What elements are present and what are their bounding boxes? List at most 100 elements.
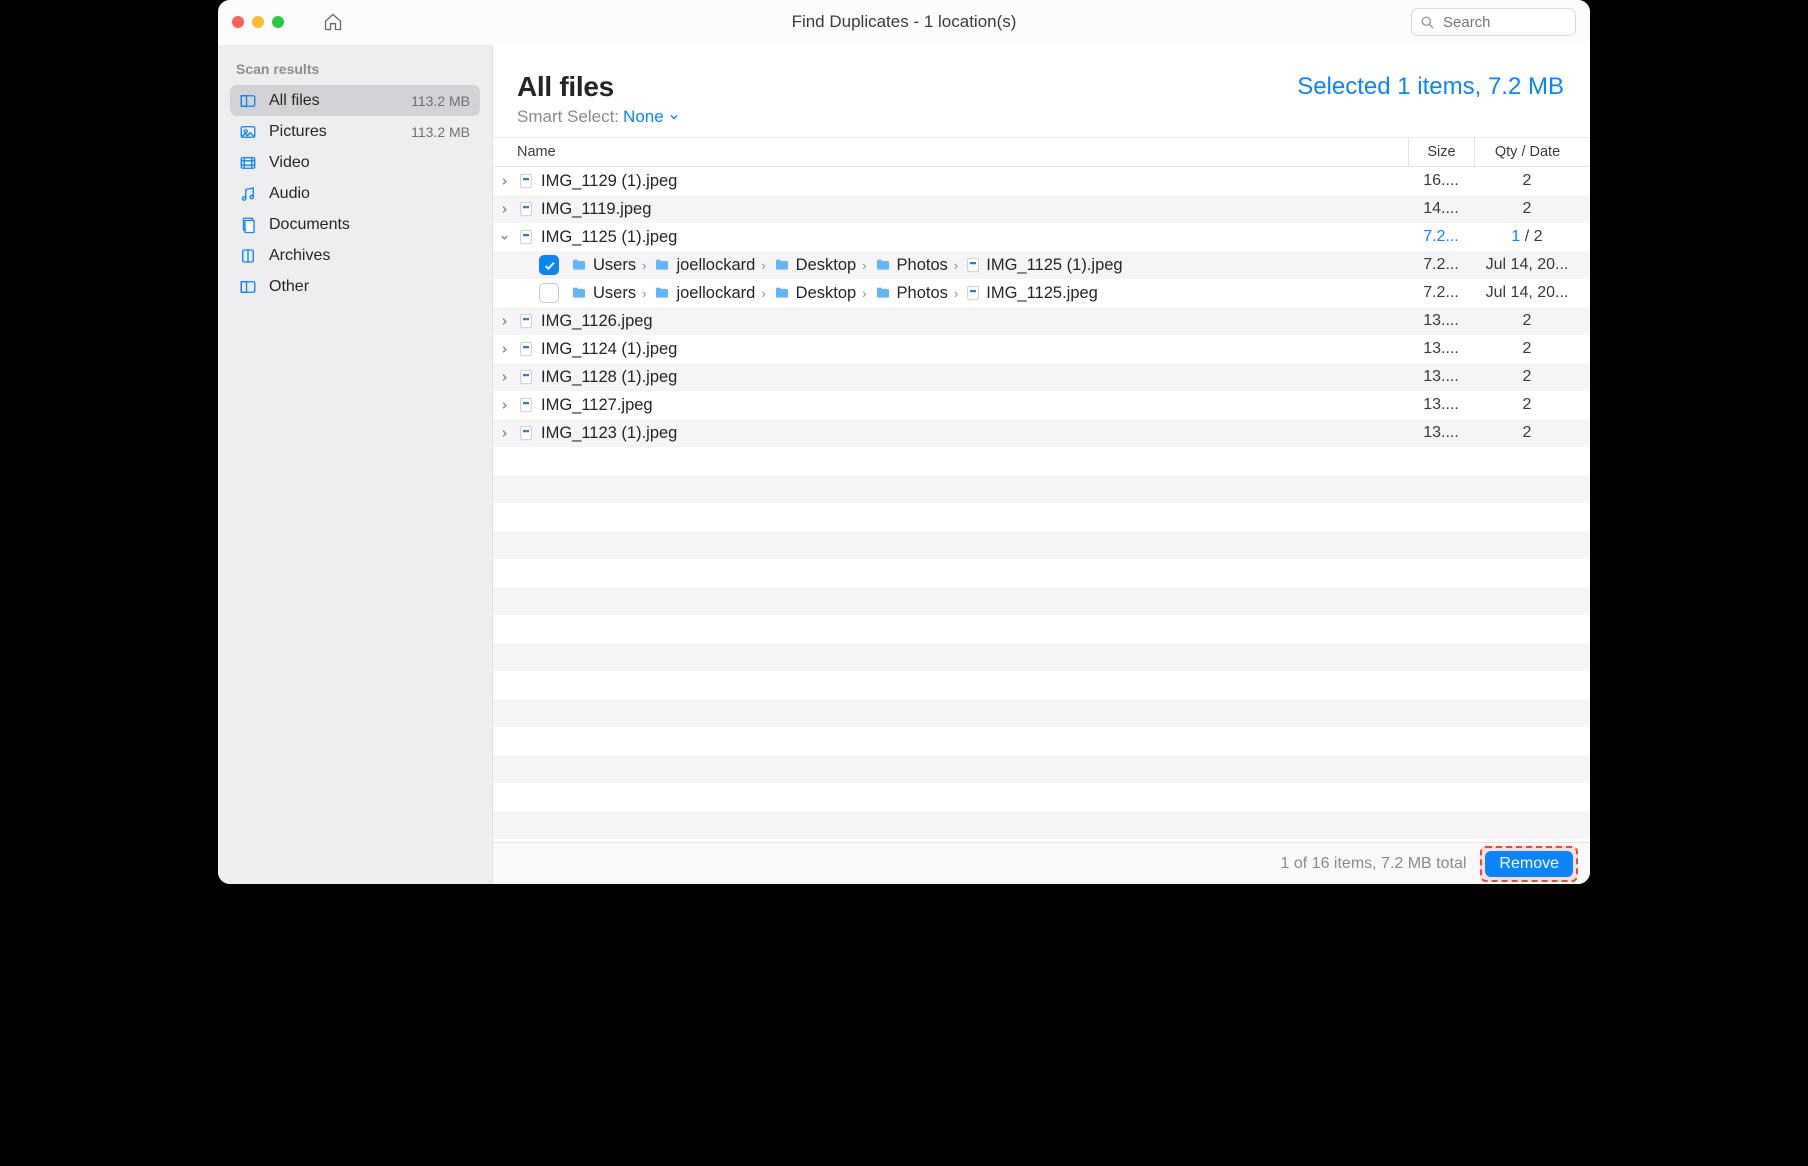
file-qty: 2 — [1474, 368, 1580, 386]
empty-row — [493, 503, 1590, 531]
empty-row — [493, 783, 1590, 811]
disclosure-toggle[interactable] — [493, 176, 515, 187]
folder-icon — [772, 285, 792, 301]
sidebar-item-all-files[interactable]: All files 113.2 MB — [230, 85, 480, 116]
sidebar-item-label: Other — [269, 278, 460, 296]
table-row[interactable]: IMG_1124 (1).jpeg 13.... 2 — [493, 335, 1590, 363]
file-size: 7.2... — [1408, 256, 1474, 274]
file-date: Jul 14, 20... — [1474, 256, 1580, 274]
file-name: IMG_1125 (1).jpeg — [537, 228, 1408, 247]
table-row[interactable]: IMG_1129 (1).jpeg 16.... 2 — [493, 167, 1590, 195]
home-icon — [323, 12, 343, 32]
path-separator: › — [860, 258, 868, 273]
sidebar-item-pictures[interactable]: Pictures 113.2 MB — [230, 116, 480, 147]
path-separator: › — [952, 258, 960, 273]
table-detail-row[interactable]: Users› joellockard› Desktop› Photos› IMG… — [493, 251, 1590, 279]
smart-select-dropdown[interactable]: None — [623, 107, 680, 127]
empty-row — [493, 699, 1590, 727]
path-segment: Photos — [897, 284, 948, 303]
path-separator: › — [759, 286, 767, 301]
disclosure-toggle[interactable] — [493, 232, 515, 243]
file-size: 13.... — [1408, 424, 1474, 442]
table-row[interactable]: IMG_1128 (1).jpeg 13.... 2 — [493, 363, 1590, 391]
sidebar-item-other[interactable]: Other — [230, 271, 480, 302]
file-qty: 2 — [1474, 172, 1580, 190]
path-separator: › — [640, 258, 648, 273]
search-icon — [1420, 15, 1441, 30]
file-name: IMG_1119.jpeg — [537, 200, 1408, 219]
folder-icon — [652, 285, 672, 301]
sidebar-item-archives[interactable]: Archives — [230, 240, 480, 271]
file-icon — [515, 200, 537, 218]
remove-button[interactable]: Remove — [1485, 851, 1573, 877]
window-title: Find Duplicates - 1 location(s) — [792, 12, 1017, 32]
disclosure-toggle[interactable] — [493, 372, 515, 383]
disclosure-toggle[interactable] — [493, 204, 515, 215]
sidebar-item-audio[interactable]: Audio — [230, 178, 480, 209]
sidebar-item-video[interactable]: Video — [230, 147, 480, 178]
path-segment: joellockard — [676, 256, 755, 275]
window-minimize-button[interactable] — [252, 16, 264, 28]
main-header: All files Selected 1 items, 7.2 MB — [493, 45, 1590, 107]
file-qty: 2 — [1474, 200, 1580, 218]
empty-row — [493, 755, 1590, 783]
table-row[interactable]: IMG_1126.jpeg 13.... 2 — [493, 307, 1590, 335]
file-size: 13.... — [1408, 312, 1474, 330]
table-row[interactable]: IMG_1119.jpeg 14.... 2 — [493, 195, 1590, 223]
table-row[interactable]: IMG_1127.jpeg 13.... 2 — [493, 391, 1590, 419]
remove-button-highlight: Remove — [1480, 846, 1578, 882]
table-header: Name Size Qty / Date — [493, 137, 1590, 167]
disclosure-toggle[interactable] — [493, 344, 515, 355]
path-separator: › — [952, 286, 960, 301]
table-row[interactable]: IMG_1123 (1).jpeg 13.... 2 — [493, 419, 1590, 447]
row-checkbox[interactable] — [539, 255, 559, 275]
table-row[interactable]: IMG_1125 (1).jpeg 7.2... 1 / 2 — [493, 223, 1590, 251]
row-checkbox[interactable] — [539, 283, 559, 303]
video-icon — [237, 154, 259, 172]
sidebar: Scan results All files 113.2 MB Pictures… — [218, 45, 493, 884]
empty-row — [493, 811, 1590, 839]
window-controls — [218, 16, 284, 28]
file-qty: 1 / 2 — [1474, 228, 1580, 246]
archives-icon — [237, 247, 259, 265]
sidebar-item-documents[interactable]: Documents — [230, 209, 480, 240]
empty-row — [493, 643, 1590, 671]
search-input[interactable] — [1441, 13, 1567, 32]
file-icon — [515, 424, 537, 442]
disclosure-toggle[interactable] — [493, 316, 515, 327]
window-maximize-button[interactable] — [272, 16, 284, 28]
file-name: IMG_1129 (1).jpeg — [537, 172, 1408, 191]
column-size[interactable]: Size — [1408, 138, 1474, 166]
file-icon — [515, 396, 537, 414]
file-qty: 2 — [1474, 340, 1580, 358]
file-size: 16.... — [1408, 172, 1474, 190]
file-name: IMG_1128 (1).jpeg — [537, 368, 1408, 387]
column-qty-date[interactable]: Qty / Date — [1474, 138, 1580, 166]
file-icon — [515, 368, 537, 386]
search-box[interactable] — [1411, 8, 1576, 36]
window-close-button[interactable] — [232, 16, 244, 28]
selection-summary: Selected 1 items, 7.2 MB — [1297, 71, 1564, 101]
main-panel: All files Selected 1 items, 7.2 MB Smart… — [493, 45, 1590, 884]
file-size: 7.2... — [1408, 228, 1474, 246]
home-button[interactable] — [322, 11, 344, 33]
empty-row — [493, 447, 1590, 475]
column-name[interactable]: Name — [517, 144, 1408, 160]
folder-icon — [873, 285, 893, 301]
file-path: Users› joellockard› Desktop› Photos› IMG… — [569, 284, 1408, 303]
disclosure-toggle[interactable] — [493, 428, 515, 439]
file-name: IMG_1123 (1).jpeg — [537, 424, 1408, 443]
disclosure-toggle[interactable] — [493, 400, 515, 411]
path-separator: › — [759, 258, 767, 273]
table-detail-row[interactable]: Users› joellockard› Desktop› Photos› IMG… — [493, 279, 1590, 307]
sidebar-item-label: Video — [269, 154, 460, 172]
path-segment: Desktop — [796, 284, 857, 303]
path-segment: joellockard — [676, 284, 755, 303]
app-window: Find Duplicates - 1 location(s) Scan res… — [218, 0, 1590, 884]
footer-summary: 1 of 16 items, 7.2 MB total — [1281, 855, 1467, 873]
other-icon — [237, 278, 259, 296]
sidebar-item-label: All files — [269, 92, 401, 110]
file-icon — [515, 340, 537, 358]
file-qty: 2 — [1474, 396, 1580, 414]
table-body: IMG_1129 (1).jpeg 16.... 2 IMG_1119.jpeg… — [493, 167, 1590, 842]
